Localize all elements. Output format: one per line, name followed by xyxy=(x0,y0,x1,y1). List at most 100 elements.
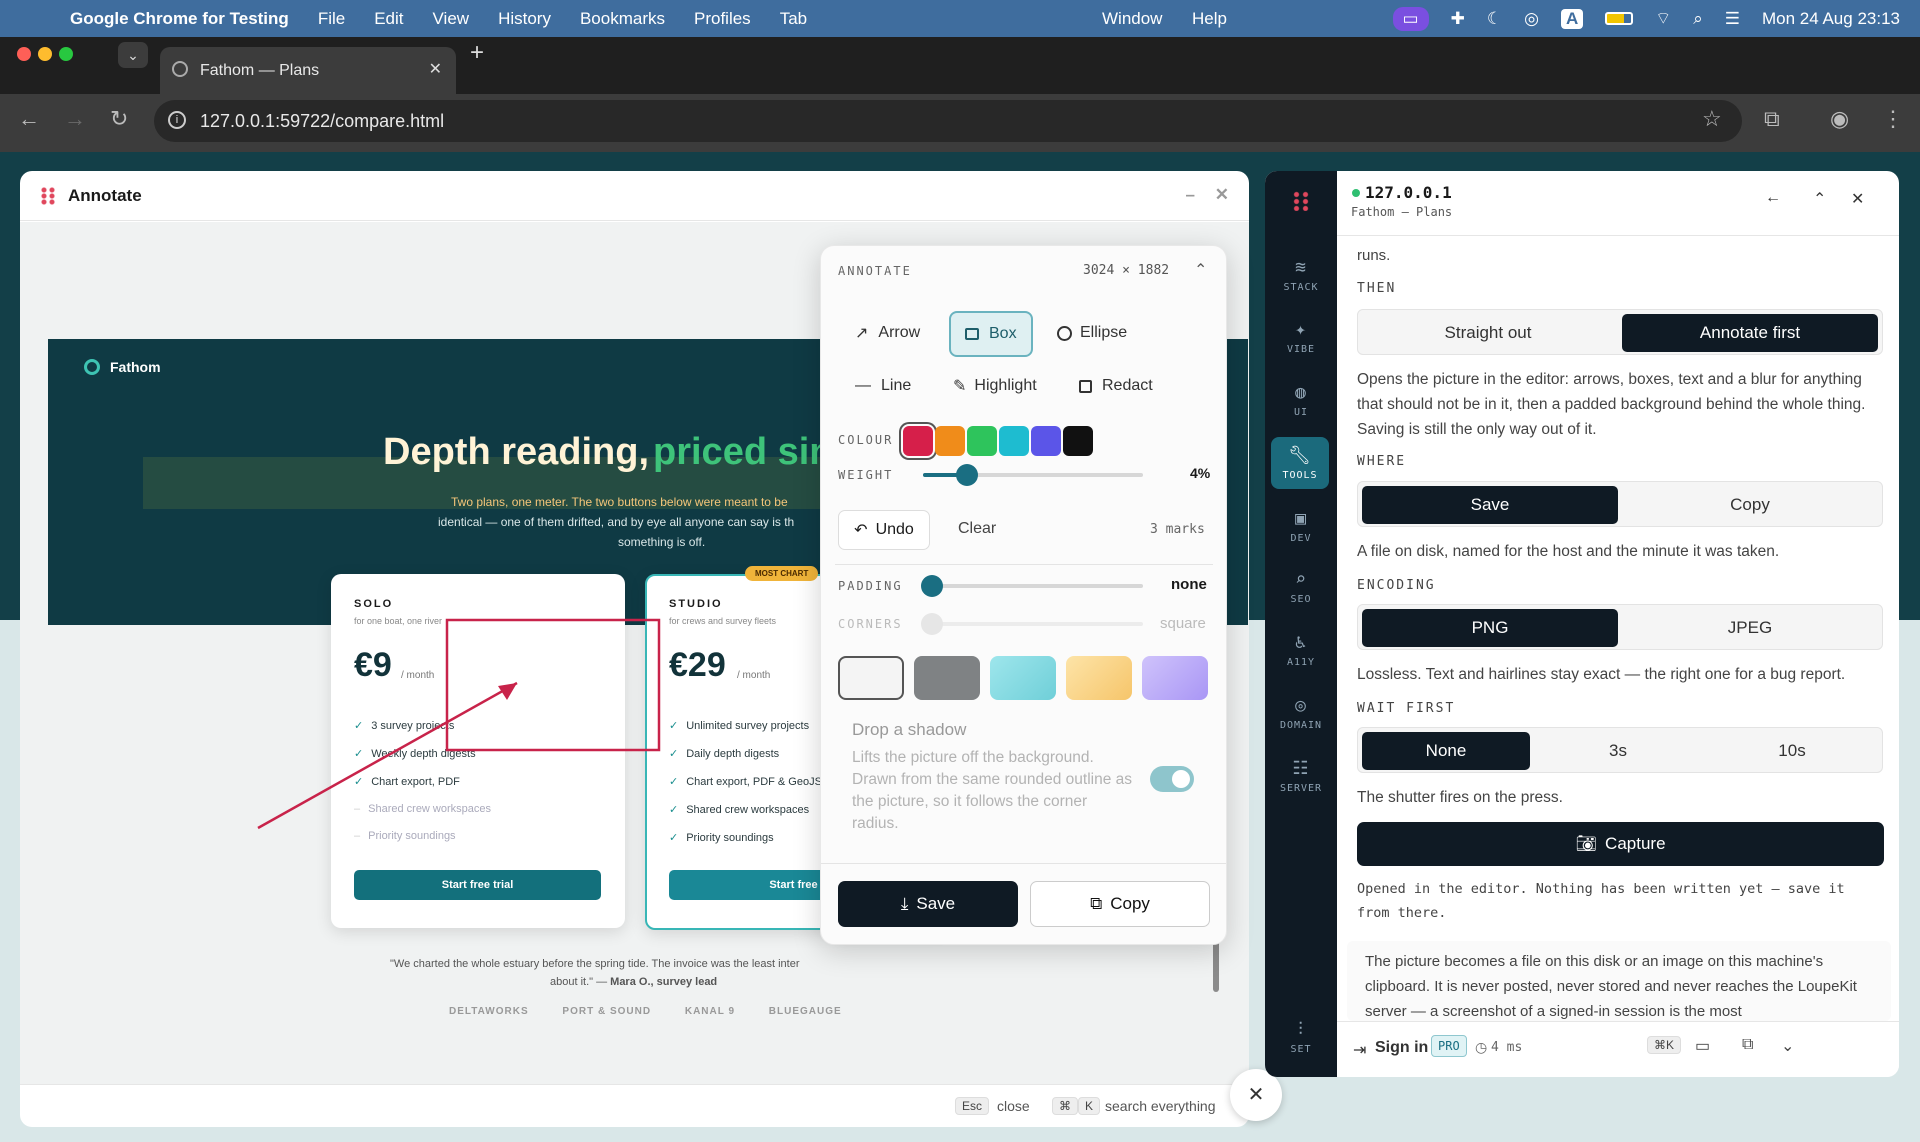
wifi-icon[interactable]: ⌔ xyxy=(1655,8,1671,29)
weight-slider[interactable] xyxy=(923,464,1143,486)
rail-ui[interactable]: ◍ UI xyxy=(1265,382,1337,418)
encoding-png[interactable]: PNG xyxy=(1362,609,1618,647)
screen-record-icon[interactable]: ▭ xyxy=(1392,6,1429,31)
wait-10s[interactable]: 10s xyxy=(1706,732,1878,770)
menu-app-name[interactable]: Google Chrome for Testing xyxy=(70,9,289,29)
copy-button[interactable]: ⧉ Copy xyxy=(1030,881,1210,927)
background-swatch-grey[interactable] xyxy=(914,656,980,700)
menu-bookmarks[interactable]: Bookmarks xyxy=(580,9,665,29)
url-text: 127.0.0.1:59722/compare.html xyxy=(200,110,445,131)
colour-swatch[interactable] xyxy=(967,426,997,456)
rail-vibe[interactable]: ✦ VIBE xyxy=(1265,319,1337,355)
profile-icon[interactable]: ◉ xyxy=(1830,106,1849,132)
plus-extension-icon[interactable]: ✚ xyxy=(1451,9,1465,29)
tool-highlight[interactable]: ✎ Highlight xyxy=(939,364,1051,408)
window-icon[interactable]: ▭ xyxy=(1695,1036,1710,1056)
rail-domain[interactable]: ◎ DOMAIN xyxy=(1265,695,1337,731)
maximize-window-dot[interactable] xyxy=(59,47,73,61)
extensions-icon[interactable]: ⧉ xyxy=(1764,106,1780,132)
clear-button[interactable]: Clear xyxy=(958,520,996,538)
colour-swatch[interactable] xyxy=(1063,426,1093,456)
tool-arrow[interactable]: ↗ Arrow xyxy=(841,311,934,355)
then-label: THEN xyxy=(1357,281,1397,296)
menu-profiles[interactable]: Profiles xyxy=(694,9,751,29)
background-swatch-lavender[interactable] xyxy=(1142,656,1208,700)
background-swatch-amber[interactable] xyxy=(1066,656,1132,700)
tab-active[interactable]: Fathom — Plans ✕ xyxy=(160,47,456,94)
clock-icon: ◷ xyxy=(1475,1039,1488,1055)
tab-close-icon[interactable]: ✕ xyxy=(429,59,442,79)
undo-button[interactable]: ↶ Undo xyxy=(838,510,930,550)
bookmark-star-icon[interactable]: ☆ xyxy=(1702,106,1722,132)
padding-slider-knob[interactable] xyxy=(921,575,943,597)
tool-box[interactable]: Box xyxy=(949,311,1033,357)
input-a-icon[interactable]: A xyxy=(1560,8,1584,29)
menu-history[interactable]: History xyxy=(498,9,551,29)
weight-slider-knob[interactable] xyxy=(956,464,978,486)
then-annotate-first[interactable]: Annotate first xyxy=(1622,314,1878,352)
more-chevron-icon[interactable]: ⌄ xyxy=(1781,1036,1794,1056)
padding-slider[interactable] xyxy=(921,575,1143,597)
wait-3s[interactable]: 3s xyxy=(1534,732,1702,770)
where-copy[interactable]: Copy xyxy=(1622,486,1878,524)
menu-edit[interactable]: Edit xyxy=(374,9,403,29)
tab-search-icon[interactable]: ⌄ xyxy=(118,42,148,68)
timing-value: 4 ms xyxy=(1491,1040,1523,1055)
colour-swatch[interactable] xyxy=(903,426,933,456)
rail-server[interactable]: ☷ SERVER xyxy=(1265,758,1337,794)
colour-swatch[interactable] xyxy=(1031,426,1061,456)
encoding-jpeg[interactable]: JPEG xyxy=(1622,609,1878,647)
menu-file[interactable]: File xyxy=(318,9,345,29)
collapse-chevron-icon[interactable]: ⌃ xyxy=(1194,260,1207,280)
rail-seo[interactable]: ⌕ SEO xyxy=(1265,569,1337,605)
rail-tools[interactable]: 🔧︎ TOOLS xyxy=(1271,437,1329,489)
minimize-icon[interactable]: – xyxy=(1186,185,1195,205)
menu-window[interactable]: Window xyxy=(1102,9,1162,29)
collapse-up-icon[interactable]: ⌃ xyxy=(1813,189,1826,209)
menu-tab[interactable]: Tab xyxy=(780,9,807,29)
rail-set[interactable]: ⫶ SET xyxy=(1265,1019,1337,1055)
sign-in-button[interactable]: Sign in xyxy=(1375,1039,1428,1057)
site-info-icon[interactable]: i xyxy=(168,111,186,129)
spotlight-icon[interactable]: ⌕ xyxy=(1693,9,1703,29)
colour-swatch[interactable] xyxy=(999,426,1029,456)
sync-icon[interactable]: ◎ xyxy=(1524,9,1539,29)
close-window-dot[interactable] xyxy=(17,47,31,61)
background-swatch-cyan[interactable] xyxy=(990,656,1056,700)
screen-icon[interactable]: ⧉ xyxy=(1742,1036,1753,1054)
colour-swatch[interactable] xyxy=(935,426,965,456)
background-swatch-white[interactable] xyxy=(838,656,904,700)
control-center-icon[interactable]: ☰ xyxy=(1725,9,1740,29)
rail-stack[interactable]: ≋ STACK xyxy=(1265,257,1337,293)
back-arrow-icon[interactable]: ← xyxy=(1765,189,1781,207)
where-save[interactable]: Save xyxy=(1362,486,1618,524)
save-button[interactable]: ⤓ Save xyxy=(838,881,1018,927)
modal-close-icon[interactable]: ✕ xyxy=(1215,185,1229,205)
forward-icon[interactable]: → xyxy=(64,106,86,132)
shadow-toggle[interactable] xyxy=(1150,766,1194,792)
dev-footer: ⇥ Sign in PRO ◷ 4 ms ⌘K ▭ ⧉ ⌄ xyxy=(1337,1021,1899,1077)
reload-icon[interactable]: ↻ xyxy=(110,106,128,132)
menu-view[interactable]: View xyxy=(433,9,470,29)
dev-close-icon[interactable]: ✕ xyxy=(1851,189,1864,209)
capture-button[interactable]: 📷︎ Capture xyxy=(1357,822,1884,866)
dev-rail: ≋ STACK ✦ VIBE ◍ UI 🔧︎ TOOLS ▣ DEV ⌕ SEO ♿︎ A11… xyxy=(1265,171,1337,1077)
esc-key: Esc xyxy=(955,1097,990,1115)
battery-icon[interactable] xyxy=(1605,12,1634,25)
new-tab-icon[interactable]: + xyxy=(470,39,484,67)
tool-redact[interactable]: Redact xyxy=(1065,364,1167,408)
menu-clock[interactable]: Mon 24 Aug 23:13 xyxy=(1762,9,1900,29)
tool-line[interactable]: — Line xyxy=(841,364,925,408)
back-icon[interactable]: ← xyxy=(18,106,40,132)
moon-icon[interactable]: ☾ xyxy=(1487,9,1502,29)
wait-none[interactable]: None xyxy=(1362,732,1530,770)
line-tool-icon: — xyxy=(855,377,871,394)
rail-a11y[interactable]: ♿︎ A11Y xyxy=(1265,632,1337,668)
rail-dev[interactable]: ▣ DEV xyxy=(1265,508,1337,544)
then-straight-out[interactable]: Straight out xyxy=(1362,314,1614,352)
chrome-menu-icon[interactable]: ⋮ xyxy=(1882,106,1904,132)
tool-ellipse[interactable]: Ellipse xyxy=(1043,311,1141,355)
address-bar[interactable]: i 127.0.0.1:59722/compare.html xyxy=(154,100,1742,142)
minimize-window-dot[interactable] xyxy=(38,47,52,61)
menu-help[interactable]: Help xyxy=(1192,9,1227,29)
